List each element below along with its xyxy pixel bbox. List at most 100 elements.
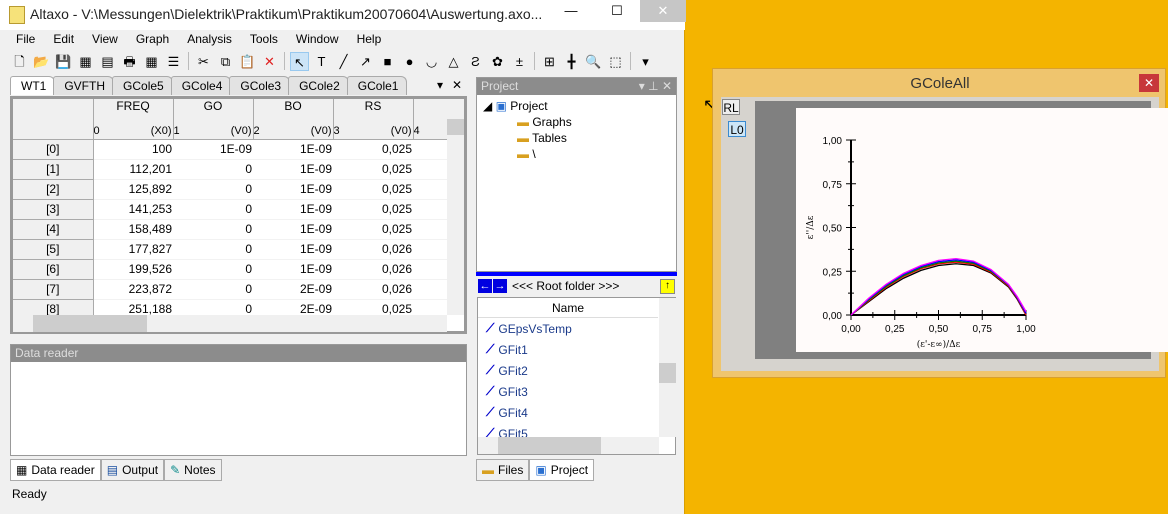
table-cell[interactable]: 1E-09 <box>173 139 253 160</box>
table-cell[interactable] <box>413 279 447 300</box>
tab-project[interactable]: ▣ Project <box>529 459 595 481</box>
menu-tools[interactable]: Tools <box>240 30 286 48</box>
table-cell[interactable]: 0 <box>173 219 253 240</box>
axis-icon[interactable]: ⬚ <box>606 52 625 71</box>
new-icon[interactable]: 🗋 <box>10 52 29 71</box>
tab-gcole4[interactable]: GCole4 <box>170 76 232 95</box>
table-cell[interactable]: 125,892 <box>93 179 173 200</box>
delete-icon[interactable]: ✕ <box>260 52 279 71</box>
table-cell[interactable]: 0 <box>173 259 253 280</box>
row-header[interactable]: [0] <box>13 139 94 160</box>
tree-project[interactable]: ◢ ▣ Project <box>483 98 670 114</box>
zoom-icon[interactable]: 🔍 <box>584 52 603 71</box>
table-cell[interactable]: 1E-09 <box>253 139 333 160</box>
table-cell[interactable] <box>413 259 447 280</box>
scroll-thumb[interactable] <box>33 315 147 332</box>
table-cell[interactable]: 141,253 <box>93 199 173 220</box>
column-header[interactable] <box>413 99 448 125</box>
triangle-icon[interactable]: △ <box>444 52 463 71</box>
column-header[interactable]: BO <box>253 99 334 125</box>
table-cell[interactable]: 1E-09 <box>253 239 333 260</box>
column-subheader[interactable]: 3 (V0) <box>333 125 414 139</box>
worksheet-grid[interactable]: FREQ GO BO RS 0 (X0) 1 (V0) 2 (V0) 3 (V0) 4 [0] 100 1E… <box>10 96 467 334</box>
rectangle-icon[interactable]: ■ <box>378 52 397 71</box>
table-cell[interactable]: 1E-09 <box>253 179 333 200</box>
tab-list-button[interactable]: ▾ <box>437 78 443 92</box>
table-cell[interactable] <box>413 179 447 200</box>
table-cell[interactable]: 0,025 <box>333 159 413 180</box>
cross-icon[interactable]: ╋ <box>562 52 581 71</box>
menu-file[interactable]: File <box>6 30 43 48</box>
plot-style-icon[interactable]: ± <box>510 52 529 71</box>
table-cell[interactable]: 0 <box>173 279 253 300</box>
text-icon[interactable]: T <box>312 52 331 71</box>
table-cell[interactable]: 0,025 <box>333 179 413 200</box>
tab-gcole1[interactable]: GCole1 <box>346 76 408 95</box>
tab-data-reader[interactable]: ▦ Data reader <box>10 459 101 481</box>
table-cell[interactable] <box>413 219 447 240</box>
graph-close-button[interactable]: ✕ <box>1139 74 1159 92</box>
list-item[interactable]: ⟋ GFit3 <box>478 381 675 402</box>
tab-notes[interactable]: ✎ Notes <box>164 459 222 481</box>
menu-window[interactable]: Window <box>286 30 347 48</box>
table-cell[interactable]: 1E-09 <box>253 159 333 180</box>
tab-gcole2[interactable]: GCole2 <box>288 76 349 95</box>
column-subheader[interactable]: 4 <box>413 125 448 139</box>
table-cell[interactable]: 199,526 <box>93 259 173 280</box>
table-cell[interactable]: 0,025 <box>333 139 413 160</box>
table-cell[interactable]: 100 <box>93 139 173 160</box>
new-layout-icon[interactable]: ▤ <box>98 52 117 71</box>
paste-icon[interactable]: 📋 <box>238 52 257 71</box>
row-header[interactable]: [6] <box>13 259 94 280</box>
vertical-scrollbar[interactable] <box>447 99 464 315</box>
row-header[interactable]: [2] <box>13 179 94 200</box>
maximize-button[interactable]: ☐ <box>594 0 640 22</box>
tab-gcole5[interactable]: GCole5 <box>112 76 173 95</box>
column-subheader[interactable]: 0 (X0) <box>93 125 174 139</box>
table-cell[interactable]: 0,026 <box>333 239 413 260</box>
table-cell[interactable]: 0 <box>173 159 253 180</box>
tree-graphs[interactable]: ▬ Graphs <box>483 114 670 130</box>
column-header[interactable]: GO <box>173 99 254 125</box>
zoom-region-icon[interactable]: ⊞ <box>540 52 559 71</box>
tab-gcole3[interactable]: GCole3 <box>229 76 291 95</box>
list-item[interactable]: ⟋ GEpsVsTemp <box>478 318 675 339</box>
table-cell[interactable]: 177,827 <box>93 239 173 260</box>
curly-icon[interactable]: ◡ <box>422 52 441 71</box>
cut-icon[interactable]: ✂ <box>194 52 213 71</box>
list-item[interactable]: ⟋ GFit4 <box>478 402 675 423</box>
table-cell[interactable]: 0,025 <box>333 219 413 240</box>
row-header[interactable]: [4] <box>13 219 94 240</box>
table-cell[interactable]: 2E-09 <box>253 279 333 300</box>
back-arrow-icon[interactable]: ← <box>478 279 492 293</box>
save-icon[interactable]: 💾 <box>54 52 73 71</box>
list-vertical-scrollbar[interactable] <box>659 298 676 437</box>
print-icon[interactable]: 🖶 <box>120 52 139 71</box>
menu-edit[interactable]: Edit <box>43 30 82 48</box>
list-item[interactable]: ⟋ GFit2 <box>478 360 675 381</box>
calculator-icon[interactable]: ▦ <box>142 52 161 71</box>
new-worksheet-icon[interactable]: ▦ <box>76 52 95 71</box>
forward-arrow-icon[interactable]: → <box>493 279 507 293</box>
table-cell[interactable]: 1E-09 <box>253 199 333 220</box>
list-item[interactable]: ⟋ GFit1 <box>478 339 675 360</box>
folder-up-icon[interactable]: ↑ <box>660 279 675 294</box>
row-header[interactable]: [5] <box>13 239 94 260</box>
menu-help[interactable]: Help <box>347 30 390 48</box>
line-icon[interactable]: ╱ <box>334 52 353 71</box>
table-cell[interactable]: 0,025 <box>333 199 413 220</box>
ellipse-icon[interactable]: ● <box>400 52 419 71</box>
tab-close-button[interactable]: ✕ <box>452 78 462 92</box>
tree-root[interactable]: ▬ \ <box>483 146 670 162</box>
horizontal-scrollbar[interactable] <box>13 315 447 332</box>
column-subheader[interactable]: 2 (V0) <box>253 125 334 139</box>
table-cell[interactable] <box>413 139 447 160</box>
column-subheader[interactable]: 1 (V0) <box>173 125 254 139</box>
table-cell[interactable]: 0 <box>173 199 253 220</box>
table-cell[interactable]: 158,489 <box>93 219 173 240</box>
scroll-thumb[interactable] <box>447 119 464 135</box>
table-cell[interactable]: 112,201 <box>93 159 173 180</box>
table-cell[interactable] <box>413 199 447 220</box>
layers-icon[interactable]: ☰ <box>164 52 183 71</box>
table-cell[interactable] <box>413 239 447 260</box>
